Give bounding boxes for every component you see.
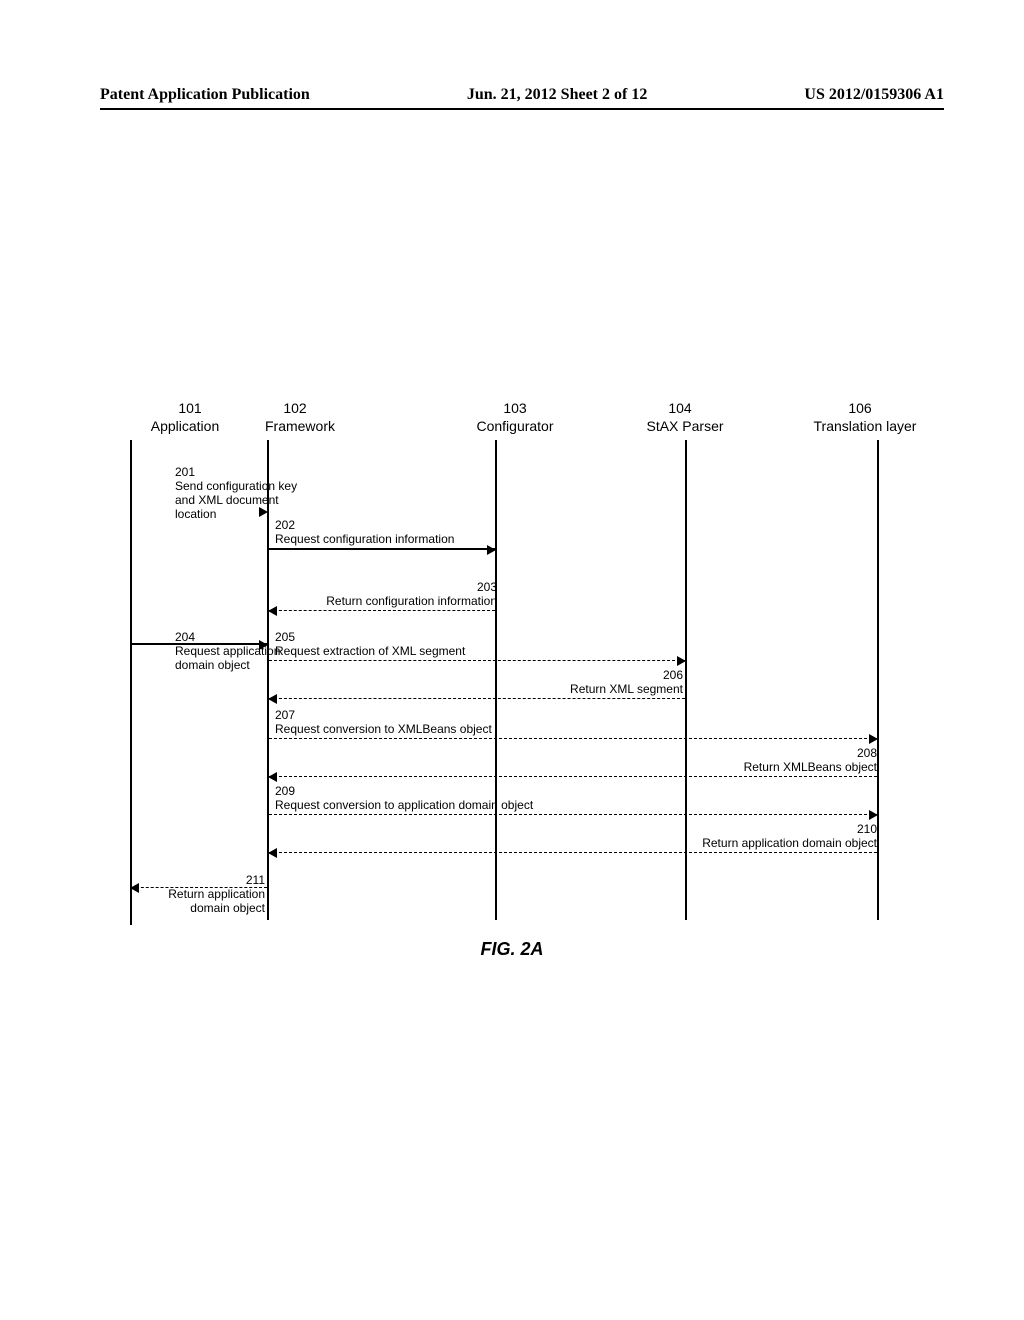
arrow-211 xyxy=(131,887,267,888)
msg-210-text: Return application domain object xyxy=(702,836,877,850)
msg-210: 210 Return application domain object xyxy=(677,822,877,850)
arrow-210 xyxy=(269,852,877,853)
figure-caption: FIG. 2A xyxy=(0,939,1024,960)
lane-framework-label: Framework xyxy=(245,418,355,434)
arrow-207 xyxy=(269,738,877,739)
arrowhead-icon xyxy=(869,734,878,744)
lifeline-configurator xyxy=(495,440,497,920)
msg-203-num: 203 xyxy=(312,580,497,594)
arrowhead-icon xyxy=(268,772,277,782)
lane-application-label: Application xyxy=(130,418,240,434)
lane-translation-label: Translation layer xyxy=(800,418,930,434)
msg-205-text: Request extraction of XML segment xyxy=(275,644,465,658)
msg-211: 211 Return application domain object xyxy=(155,873,265,915)
arrowhead-icon xyxy=(130,883,139,893)
lifeline-application xyxy=(130,440,132,925)
lifeline-translation xyxy=(877,440,879,920)
arrow-202 xyxy=(269,548,495,550)
header-center: Jun. 21, 2012 Sheet 2 of 12 xyxy=(467,86,647,104)
msg-203: 203 Return configuration information xyxy=(312,580,497,608)
msg-201-num: 201 xyxy=(175,465,305,479)
arrowhead-icon xyxy=(487,545,496,555)
msg-211-text: Return application domain object xyxy=(168,887,265,915)
patent-page: Patent Application Publication Jun. 21, … xyxy=(0,0,1024,1320)
header-right: US 2012/0159306 A1 xyxy=(804,86,944,104)
msg-202-num: 202 xyxy=(275,518,495,532)
header-rule xyxy=(100,108,944,110)
header-left: Patent Application Publication xyxy=(100,86,310,104)
msg-207-num: 207 xyxy=(275,708,575,722)
page-header: Patent Application Publication Jun. 21, … xyxy=(100,86,944,104)
arrow-208 xyxy=(269,776,877,777)
arrow-205 xyxy=(269,660,685,661)
msg-207: 207 Request conversion to XMLBeans objec… xyxy=(275,708,575,736)
msg-201: 201 Send configuration key and XML docum… xyxy=(175,465,305,521)
msg-205: 205 Request extraction of XML segment xyxy=(275,630,525,658)
msg-206-text: Return XML segment xyxy=(570,682,683,696)
arrow-209 xyxy=(269,814,877,815)
msg-209: 209 Request conversion to application do… xyxy=(275,784,625,812)
arrow-204 xyxy=(131,643,267,645)
lane-translation-ref: 106 xyxy=(820,400,900,416)
arrowhead-icon xyxy=(677,656,686,666)
msg-203-text: Return configuration information xyxy=(326,594,497,608)
msg-205-num: 205 xyxy=(275,630,525,644)
lane-configurator-ref: 103 xyxy=(475,400,555,416)
msg-207-text: Request conversion to XMLBeans object xyxy=(275,722,492,736)
arrowhead-icon xyxy=(259,507,268,517)
arrowhead-icon xyxy=(268,848,277,858)
arrowhead-icon xyxy=(259,640,268,650)
lane-stax-label: StAX Parser xyxy=(625,418,745,434)
msg-206-num: 206 xyxy=(548,668,683,682)
lane-framework-ref: 102 xyxy=(255,400,335,416)
msg-208: 208 Return XMLBeans object xyxy=(727,746,877,774)
msg-201-text: Send configuration key and XML document … xyxy=(175,479,297,521)
arrow-206 xyxy=(269,698,685,699)
msg-202-text: Request configuration information xyxy=(275,532,454,546)
msg-206: 206 Return XML segment xyxy=(548,668,683,696)
sequence-diagram: 101 Application 102 Framework 103 Config… xyxy=(130,400,960,930)
lane-configurator-label: Configurator xyxy=(460,418,570,434)
msg-208-num: 208 xyxy=(727,746,877,760)
msg-209-num: 209 xyxy=(275,784,625,798)
msg-209-text: Request conversion to application domain… xyxy=(275,798,533,812)
msg-211-num: 211 xyxy=(155,873,265,887)
arrowhead-icon xyxy=(869,810,878,820)
arrowhead-icon xyxy=(268,606,277,616)
lane-stax-ref: 104 xyxy=(640,400,720,416)
msg-210-num: 210 xyxy=(677,822,877,836)
msg-208-text: Return XMLBeans object xyxy=(744,760,877,774)
msg-202: 202 Request configuration information xyxy=(275,518,495,546)
arrowhead-icon xyxy=(268,694,277,704)
lane-application-ref: 101 xyxy=(150,400,230,416)
arrow-203 xyxy=(269,610,495,611)
